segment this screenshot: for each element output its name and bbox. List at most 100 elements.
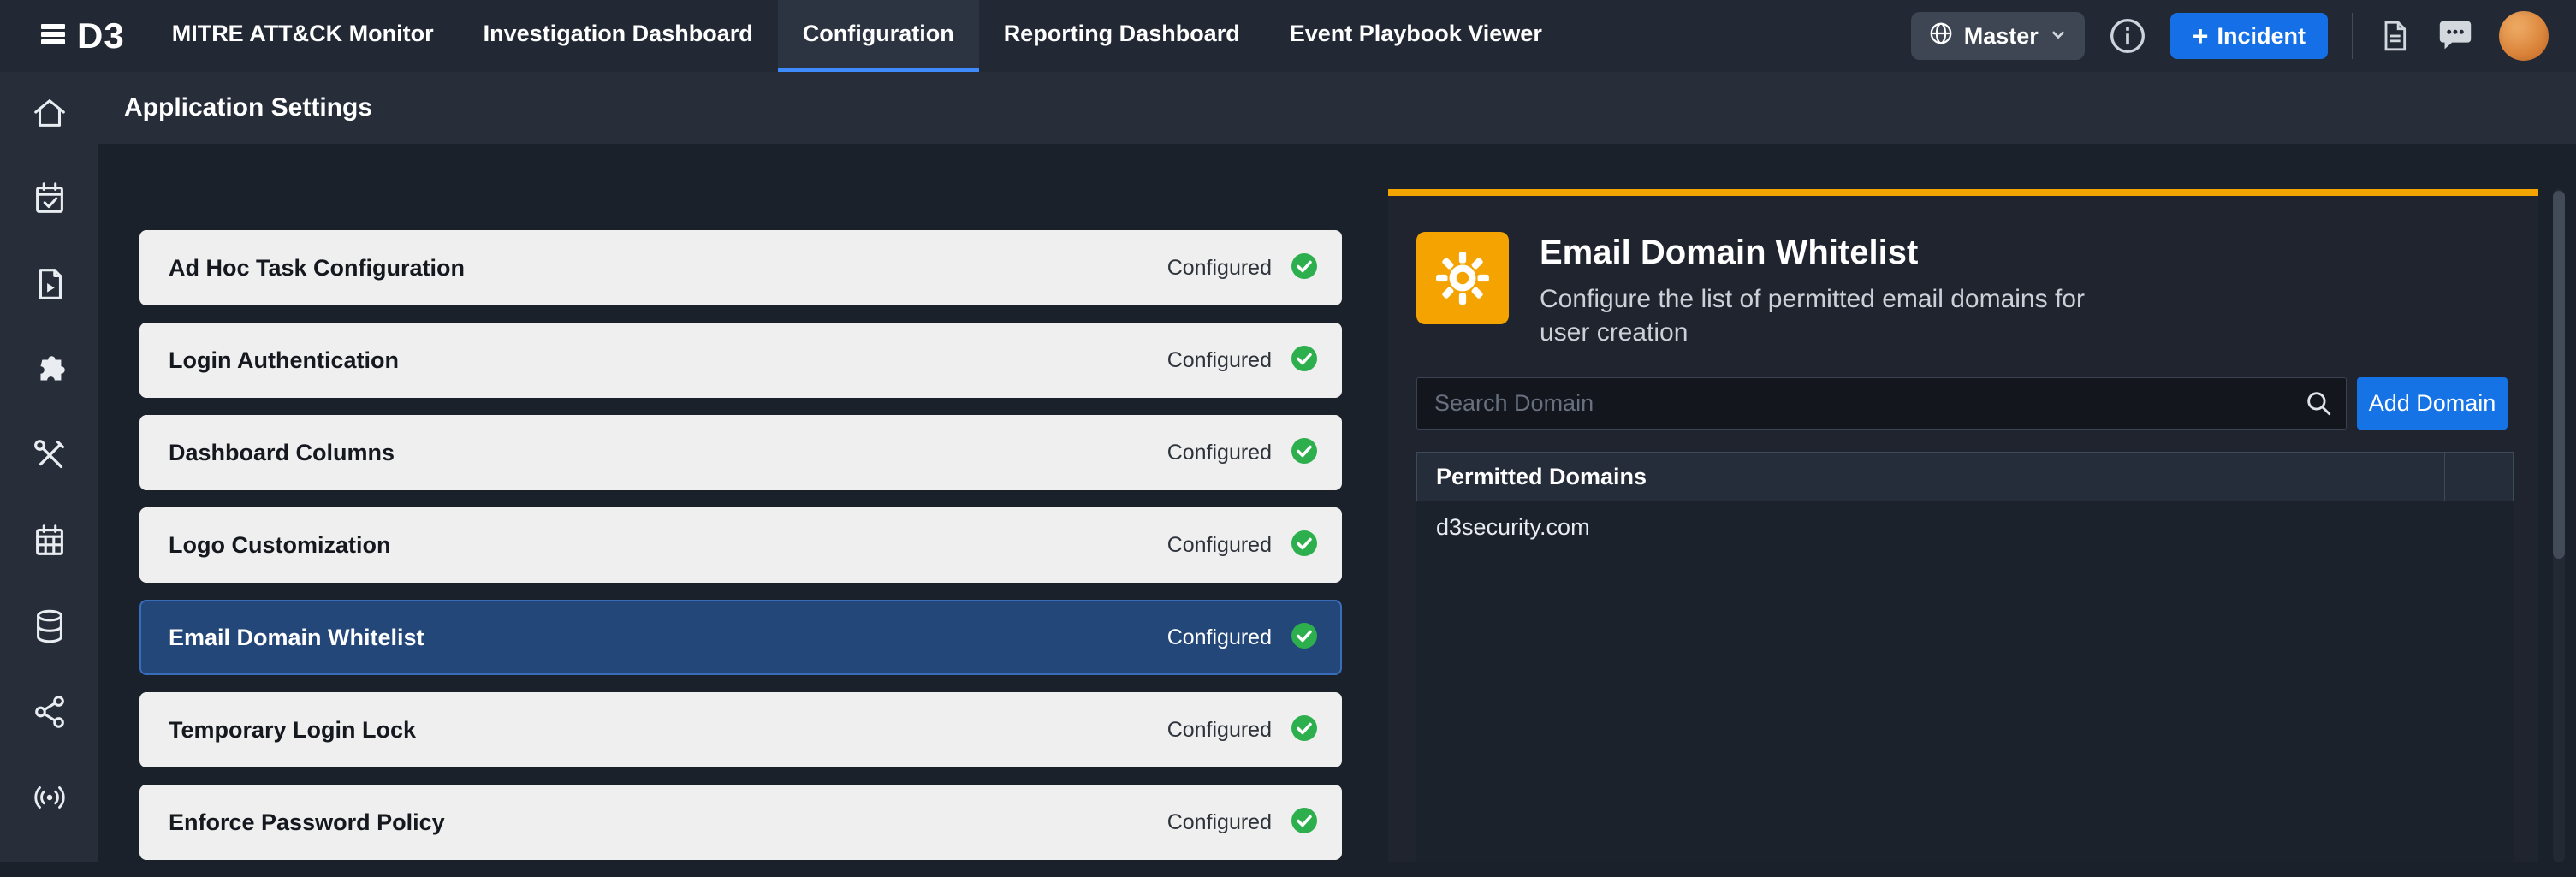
nav-label: Investigation Dashboard xyxy=(484,21,753,47)
detail-toolbar: Add Domain xyxy=(1416,377,2514,430)
sidebar-item-calendar-event[interactable] xyxy=(0,157,98,243)
setting-label: Ad Hoc Task Configuration xyxy=(169,255,1167,281)
search-domain-input[interactable] xyxy=(1416,377,2347,430)
status-text: Configured xyxy=(1167,533,1272,558)
setting-label: Dashboard Columns xyxy=(169,440,1167,466)
gear-icon xyxy=(1434,250,1491,306)
calendar-event-icon xyxy=(30,179,69,222)
configured-check-icon xyxy=(1291,807,1318,838)
sidebar-item-utilities[interactable] xyxy=(0,414,98,500)
plus-icon: + xyxy=(2193,22,2209,50)
status-text: Configured xyxy=(1167,441,1272,465)
status-text: Configured xyxy=(1167,718,1272,743)
setting-card-ad-hoc-task-configuration[interactable]: Ad Hoc Task Configuration Configured xyxy=(139,230,1342,305)
sidebar xyxy=(0,72,98,862)
setting-card-temporary-login-lock[interactable]: Temporary Login Lock Configured xyxy=(139,692,1342,767)
nav-reporting-dashboard[interactable]: Reporting Dashboard xyxy=(979,0,1265,72)
broadcast-icon xyxy=(30,778,69,821)
setting-label: Enforce Password Policy xyxy=(169,809,1167,836)
email-domain-whitelist-panel: Email Domain Whitelist Configure the lis… xyxy=(1388,189,2538,862)
nav-label: Reporting Dashboard xyxy=(1004,21,1240,47)
chat-button[interactable] xyxy=(2436,16,2475,56)
setting-label: Temporary Login Lock xyxy=(169,717,1167,744)
nav-label: Configuration xyxy=(803,21,954,47)
settings-gear-badge xyxy=(1416,232,1509,324)
sidebar-item-link-analysis[interactable] xyxy=(0,671,98,756)
permitted-domains-table: Permitted Domains d3security.com xyxy=(1416,452,2514,862)
detail-header-text: Email Domain Whitelist Configure the lis… xyxy=(1540,232,2139,349)
status-text: Configured xyxy=(1167,348,1272,373)
user-avatar[interactable] xyxy=(2499,11,2549,61)
configured-check-icon xyxy=(1291,530,1318,561)
search-icon[interactable] xyxy=(2304,388,2333,422)
configured-check-icon xyxy=(1291,252,1318,284)
home-icon xyxy=(30,93,69,137)
panel-scrollbar-thumb[interactable] xyxy=(2553,191,2565,559)
sidebar-item-schedule[interactable] xyxy=(0,500,98,585)
incident-button-label: Incident xyxy=(2217,23,2306,50)
domain-cell: d3security.com xyxy=(1436,514,1590,541)
sidebar-item-playbook-document[interactable] xyxy=(0,243,98,329)
configured-check-icon xyxy=(1291,437,1318,469)
domain-row[interactable]: d3security.com xyxy=(1416,501,2514,554)
document-report-button[interactable] xyxy=(2377,19,2412,53)
nav-mitre-attack-monitor[interactable]: MITRE ATT&CK Monitor xyxy=(147,0,459,72)
setting-label: Email Domain Whitelist xyxy=(169,625,1167,651)
avatar-image xyxy=(2499,11,2549,61)
playbook-document-icon xyxy=(30,264,69,308)
panel-scrollbar-track xyxy=(2553,189,2565,862)
info-button[interactable] xyxy=(2109,17,2146,55)
detail-title: Email Domain Whitelist xyxy=(1540,234,2139,272)
topbar-right-cluster: Master + Incident xyxy=(1911,0,2549,72)
setting-card-dashboard-columns[interactable]: Dashboard Columns Configured xyxy=(139,415,1342,490)
status-text: Configured xyxy=(1167,256,1272,281)
app-logo[interactable]: D3 xyxy=(39,0,125,72)
globe-icon xyxy=(1928,21,1954,52)
nav-investigation-dashboard[interactable]: Investigation Dashboard xyxy=(459,0,778,72)
sidebar-item-home[interactable] xyxy=(0,72,98,157)
tools-icon xyxy=(30,436,69,479)
configured-check-icon xyxy=(1291,714,1318,746)
add-incident-button[interactable]: + Incident xyxy=(2170,13,2328,59)
puzzle-icon xyxy=(30,350,69,394)
configured-check-icon xyxy=(1291,622,1318,654)
share-nodes-icon xyxy=(30,692,69,736)
main-nav: MITRE ATT&CK Monitor Investigation Dashb… xyxy=(147,0,1567,72)
nav-label: MITRE ATT&CK Monitor xyxy=(172,21,434,47)
setting-card-email-domain-whitelist[interactable]: Email Domain Whitelist Configured xyxy=(139,600,1342,675)
setting-card-enforce-password-policy[interactable]: Enforce Password Policy Configured xyxy=(139,785,1342,860)
page-title: Application Settings xyxy=(124,93,372,122)
site-selector-label: Master xyxy=(1964,23,2039,50)
settings-list: Ad Hoc Task Configuration Configured Log… xyxy=(139,230,1342,877)
nav-configuration[interactable]: Configuration xyxy=(778,0,979,72)
logo-text: D3 xyxy=(77,15,125,56)
content-area: Ad Hoc Task Configuration Configured Log… xyxy=(98,144,2576,862)
status-text: Configured xyxy=(1167,810,1272,835)
page-header-bar: Application Settings xyxy=(98,72,2576,144)
configured-check-icon xyxy=(1291,345,1318,376)
site-selector-dropdown[interactable]: Master xyxy=(1911,12,2085,60)
column-header-actions xyxy=(2444,453,2513,501)
column-header-permitted-domains: Permitted Domains xyxy=(1417,453,2444,501)
detail-subtitle: Configure the list of permitted email do… xyxy=(1540,282,2139,349)
status-text: Configured xyxy=(1167,625,1272,650)
add-domain-button[interactable]: Add Domain xyxy=(2357,377,2508,430)
nav-event-playbook-viewer[interactable]: Event Playbook Viewer xyxy=(1265,0,1567,72)
setting-label: Logo Customization xyxy=(169,532,1167,559)
sidebar-item-integrations[interactable] xyxy=(0,329,98,414)
setting-card-logo-customization[interactable]: Logo Customization Configured xyxy=(139,507,1342,583)
nav-label: Event Playbook Viewer xyxy=(1290,21,1542,47)
table-body: d3security.com xyxy=(1416,501,2514,862)
topbar: D3 MITRE ATT&CK Monitor Investigation Da… xyxy=(0,0,2576,72)
chevron-down-icon xyxy=(2049,23,2068,50)
setting-label: Login Authentication xyxy=(169,347,1167,374)
schedule-calendar-icon xyxy=(30,521,69,565)
sidebar-item-broadcast[interactable] xyxy=(0,756,98,842)
logo-bars-icon xyxy=(39,20,68,53)
detail-header: Email Domain Whitelist Configure the lis… xyxy=(1416,232,2510,349)
table-header-row: Permitted Domains xyxy=(1416,452,2514,501)
setting-card-login-authentication[interactable]: Login Authentication Configured xyxy=(139,323,1342,398)
database-icon xyxy=(30,607,69,650)
search-box xyxy=(1416,377,2347,430)
sidebar-item-data-management[interactable] xyxy=(0,585,98,671)
